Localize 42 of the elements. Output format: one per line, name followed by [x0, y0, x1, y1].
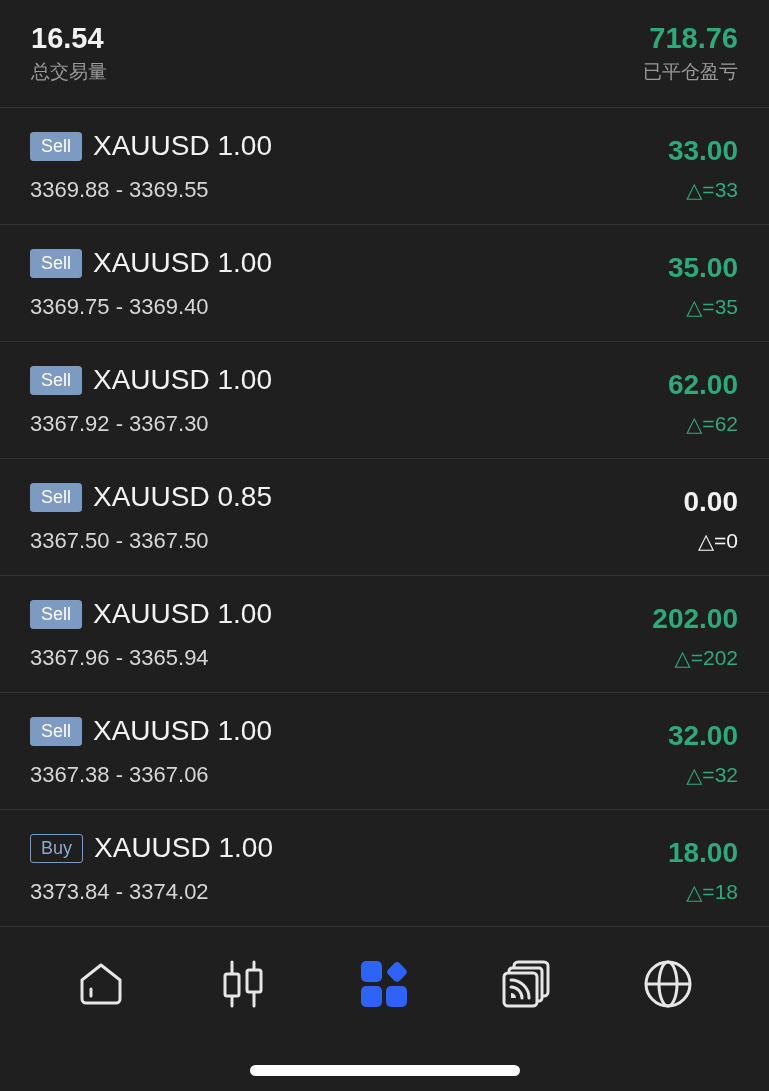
sell-tag: Sell: [30, 482, 82, 512]
closed-pnl-value: 718.76: [649, 22, 738, 54]
profit-value: 202.00: [652, 604, 738, 634]
globe-icon[interactable]: [644, 960, 693, 1008]
total-volume-label: 总交易量: [31, 59, 107, 84]
price-range-text: 3367.38 - 3367.06: [30, 762, 210, 788]
profit-value: 32.00: [667, 721, 738, 751]
profit-delta-text: △=35: [686, 294, 738, 320]
profit-value: 62.00: [667, 370, 738, 400]
price-range-text: 3367.50 - 3367.50: [30, 528, 210, 554]
symbol-lot-text: XAUUSD 1.00: [94, 832, 273, 864]
profit-delta-text: △=18: [686, 879, 738, 905]
price-range-text: 3369.75 - 3369.40: [30, 294, 210, 320]
sell-tag: Sell: [30, 365, 82, 395]
buy-tag: Buy: [30, 833, 84, 863]
symbol-lot-text: XAUUSD 1.00: [93, 715, 272, 747]
symbol-lot-text: XAUUSD 0.85: [93, 481, 272, 513]
total-volume-value: 16.54: [31, 22, 104, 54]
profit-delta-text: △=32: [686, 762, 738, 788]
profit-value: 0.00: [683, 487, 738, 517]
profit-value: 33.00: [667, 136, 738, 166]
profit-value: 35.00: [667, 253, 738, 283]
price-range-text: 3367.92 - 3367.30: [30, 411, 210, 437]
symbol-lot-text: XAUUSD 1.00: [93, 130, 272, 162]
closed-pnl-label: 已平仓盈亏: [643, 59, 738, 84]
sell-tag: Sell: [30, 131, 82, 161]
profit-delta-text: △=33: [686, 177, 738, 203]
sell-tag: Sell: [30, 716, 82, 746]
price-range-text: 3373.84 - 3374.02: [30, 879, 210, 905]
profit-delta-text: △=62: [686, 411, 738, 437]
symbol-lot-text: XAUUSD 1.00: [93, 598, 272, 630]
stacked-feed-icon[interactable]: [502, 960, 551, 1008]
apps-grid-icon[interactable]: [360, 960, 409, 1008]
symbol-lot-text: XAUUSD 1.00: [93, 364, 272, 396]
profit-delta-text: △=0: [697, 528, 738, 554]
price-range-text: 3367.96 - 3365.94: [30, 645, 210, 671]
profit-delta-text: △=202: [674, 645, 738, 671]
sell-tag: Sell: [30, 599, 82, 629]
price-range-text: 3369.88 - 3369.55: [30, 177, 210, 203]
profit-value: 18.00: [667, 838, 738, 868]
symbol-lot-text: XAUUSD 1.00: [93, 247, 272, 279]
sell-tag: Sell: [30, 248, 82, 278]
